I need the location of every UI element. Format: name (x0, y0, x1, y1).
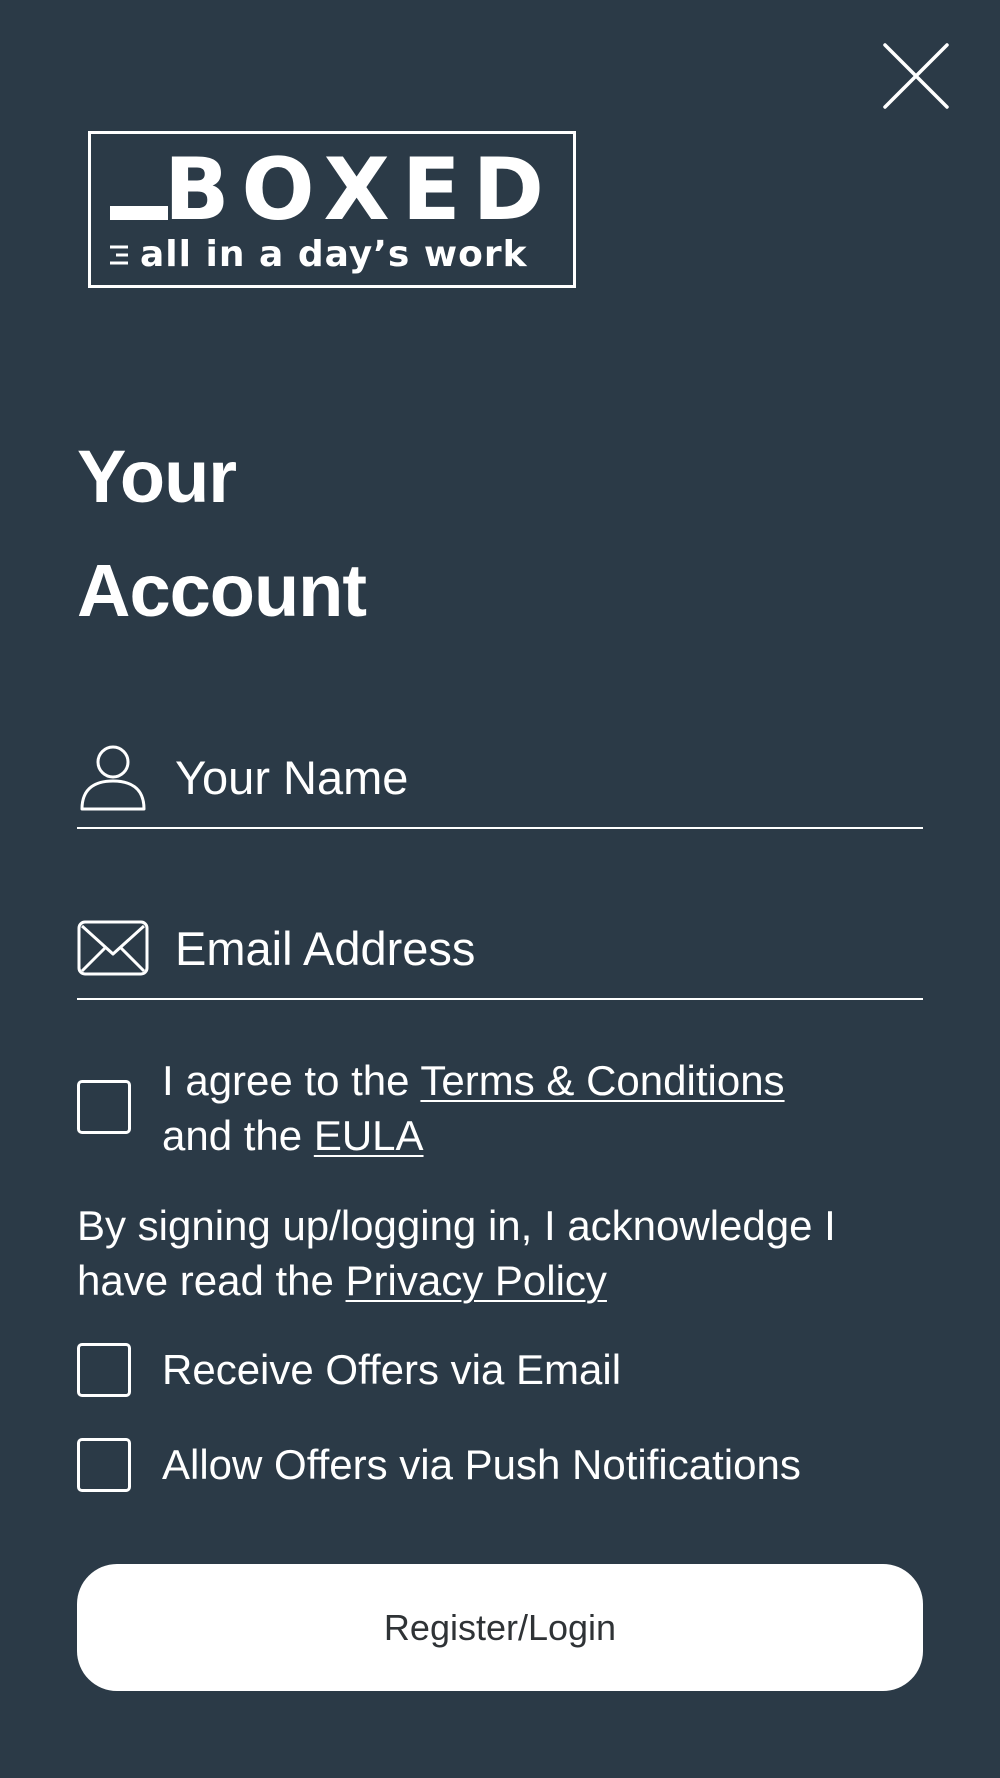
terms-middle: and the (162, 1112, 314, 1159)
terms-conditions-link[interactable]: Terms & Conditions (420, 1057, 784, 1104)
close-button[interactable] (880, 40, 952, 112)
user-icon (80, 745, 146, 811)
offers-email-label: Receive Offers via Email (162, 1346, 622, 1393)
svg-text:BOXED: BOXED (164, 140, 556, 240)
page-title: Your Account (77, 420, 367, 648)
page-title-line-2: Account (77, 549, 367, 632)
eula-link[interactable]: EULA (314, 1112, 424, 1159)
register-login-button[interactable]: Register/Login (77, 1564, 923, 1691)
offers-email-checkbox[interactable] (77, 1342, 131, 1397)
close-icon[interactable] (880, 40, 952, 112)
boxed-logo: BOXED all in a day’s work (88, 131, 576, 288)
offers-email-row: Receive Offers via Email (77, 1342, 621, 1397)
name-field[interactable] (77, 727, 923, 829)
terms-row: I agree to the Terms & Conditions and th… (77, 1053, 785, 1163)
offers-push-label: Allow Offers via Push Notifications (162, 1441, 801, 1488)
offers-push-row: Allow Offers via Push Notifications (77, 1437, 801, 1492)
privacy-acknowledgement: By signing up/logging in, I acknowledge … (77, 1198, 937, 1308)
envelope-icon (77, 920, 149, 976)
page-title-line-1: Your (77, 435, 237, 518)
email-input[interactable] (175, 913, 923, 983)
svg-text:all in a day’s work: all in a day’s work (140, 234, 528, 275)
terms-text: I agree to the Terms & Conditions and th… (162, 1053, 785, 1163)
offers-push-checkbox[interactable] (77, 1437, 131, 1492)
privacy-policy-link[interactable]: Privacy Policy (346, 1257, 607, 1304)
name-input[interactable] (175, 742, 923, 812)
terms-prefix: I agree to the (162, 1057, 421, 1104)
terms-checkbox[interactable] (77, 1080, 131, 1134)
email-field[interactable] (77, 898, 923, 1000)
